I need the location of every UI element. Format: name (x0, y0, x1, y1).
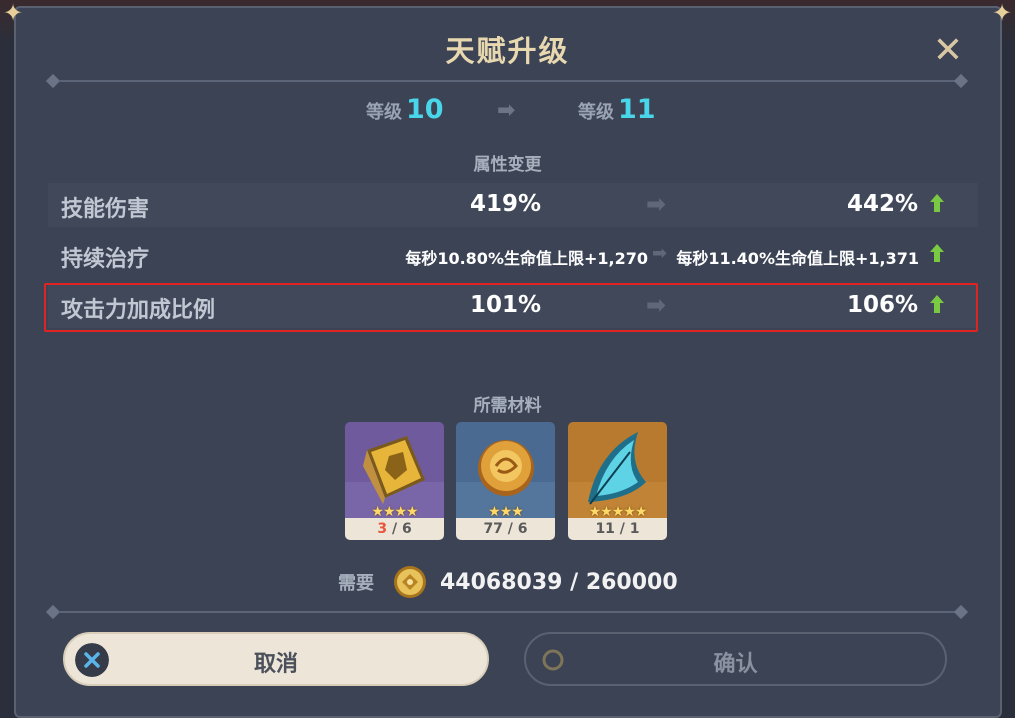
count-separator: / (619, 521, 630, 537)
cancel-label: 取消 (253, 652, 298, 677)
confirm-label: 确认 (713, 652, 758, 677)
divider (60, 611, 955, 613)
dialog-title: 天赋升级 (445, 34, 570, 68)
count-separator: / (507, 521, 518, 537)
owned-count: 3 (377, 521, 388, 537)
corner-ornament-icon: ✦ (2, 0, 24, 27)
owned-count: 77 (483, 521, 503, 537)
level-label: 等级 (578, 102, 614, 123)
stat-name: 技能伤害 (61, 197, 150, 222)
current-level: 等级 10 (366, 94, 444, 128)
current-level-value: 10 (406, 94, 444, 125)
arrow-right-icon: ➡ (497, 98, 516, 123)
corner-ornament-icon: ✦ (991, 0, 1013, 27)
next-level-value: 11 (618, 94, 656, 125)
cost-value: 44068039 / 260000 (440, 569, 678, 595)
arrow-right-icon: ➡ (646, 190, 667, 218)
stat-row-skill-damage: 技能伤害 419% ➡ 442% (48, 183, 978, 227)
stat-row-continuous-healing: 持续治疗 每秒10.80%生命值上限+1,270 ➡ 每秒11.40%生命值上限… (48, 233, 978, 277)
required-count: 1 (629, 521, 640, 537)
stat-old-value: 419% (469, 191, 542, 217)
material-count: 77 / 6 (456, 518, 555, 540)
material-card-talent-book[interactable]: ★★★★ 3 / 6 (345, 422, 444, 540)
stat-new-value: 442% (846, 191, 918, 217)
confirm-button[interactable]: 确认 (524, 632, 947, 686)
owned-count: 11 (595, 521, 615, 537)
material-count: 11 / 1 (568, 518, 667, 540)
mora-cost: 需要 44068039 / 260000 (338, 565, 678, 599)
arrow-right-icon: ➡ (652, 243, 668, 264)
mora-coin-icon (394, 566, 426, 598)
materials-section-label: 所需材料 (473, 396, 542, 416)
cancel-button[interactable]: 取消 (63, 632, 489, 686)
count-separator: / (391, 521, 402, 537)
highlight-box (44, 283, 978, 332)
material-count: 3 / 6 (345, 518, 444, 540)
level-label: 等级 (366, 102, 402, 123)
cost-label: 需要 (338, 573, 374, 594)
stats-section-label: 属性变更 (473, 155, 542, 175)
required-count: 6 (401, 521, 412, 537)
increase-arrow-icon (930, 194, 944, 212)
material-card-feather[interactable]: ★★★★★ 11 / 1 (568, 422, 667, 540)
close-icon[interactable]: ✕ (928, 31, 968, 71)
stat-new-value: 每秒11.40%生命值上限+1,371 (676, 249, 919, 268)
stat-name: 持续治疗 (61, 247, 150, 272)
divider (60, 80, 955, 82)
next-level: 等级 11 (578, 94, 656, 128)
material-card-coin[interactable]: ★★★ 77 / 6 (456, 422, 555, 540)
increase-arrow-icon (930, 244, 944, 262)
stat-old-value: 每秒10.80%生命值上限+1,270 (405, 249, 648, 268)
required-count: 6 (517, 521, 528, 537)
